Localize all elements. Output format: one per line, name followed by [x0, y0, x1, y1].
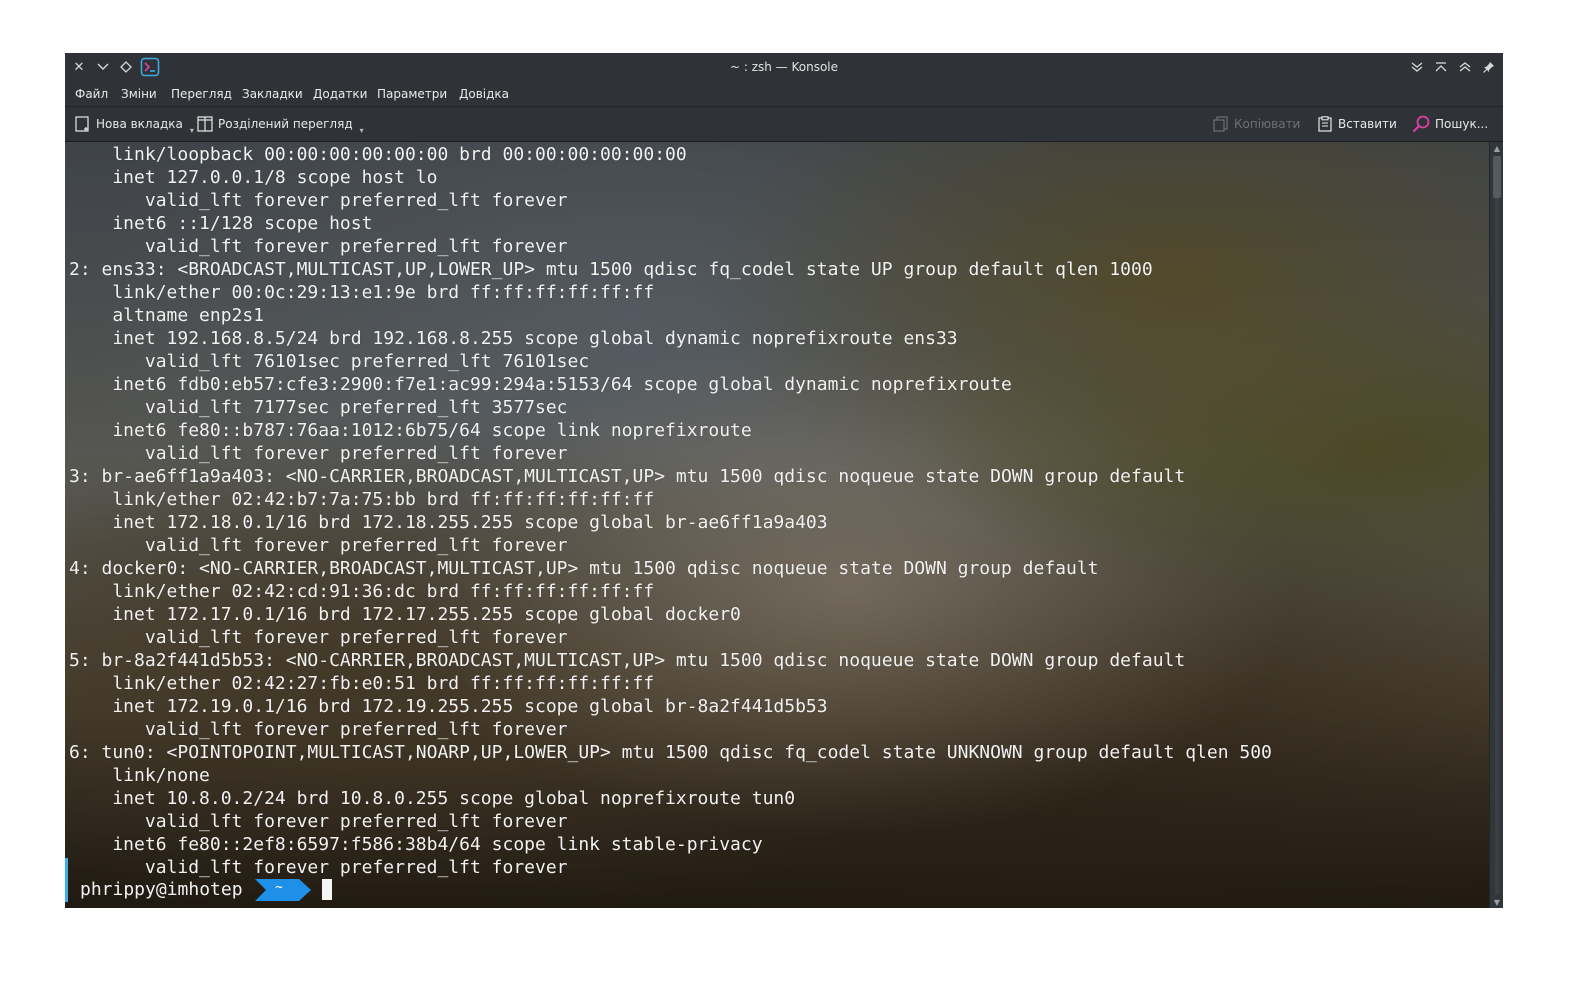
- copy-button[interactable]: Копіювати: [1213, 114, 1300, 134]
- scroll-down-arrow-icon[interactable]: ▼: [1490, 896, 1503, 908]
- terminal-line: link/loopback 00:00:00:00:00:00 brd 00:0…: [112, 144, 687, 165]
- terminal-line: 6: tun0: <POINTOPOINT,MULTICAST,NOARP,UP…: [69, 742, 1272, 763]
- prompt-user-host: phrippy@imhotep: [80, 879, 243, 900]
- terminal-view[interactable]: link/loopback 00:00:00:00:00:00 brd 00:0…: [65, 142, 1489, 908]
- terminal-line: 2: ens33: <BROADCAST,MULTICAST,UP,LOWER_…: [69, 259, 1153, 280]
- search-icon: [1412, 115, 1430, 133]
- paste-button[interactable]: Вставити: [1317, 114, 1397, 134]
- menu-bar: Файл Зміни Перегляд Закладки Додатки Пар…: [65, 81, 1503, 107]
- copy-label: Копіювати: [1234, 117, 1301, 131]
- find-button[interactable]: Пошук...: [1412, 114, 1488, 134]
- split-view-label: Розділений перегляд: [218, 117, 353, 131]
- new-tab-button[interactable]: Нова вкладка ▾: [75, 114, 194, 135]
- maximize-icon[interactable]: [1431, 57, 1451, 77]
- terminal-line: valid_lft forever preferred_lft forever: [144, 535, 568, 556]
- find-label: Пошук...: [1435, 117, 1489, 131]
- shade-double-chevron-icon[interactable]: [1407, 57, 1427, 77]
- terminal-line: link/ether 02:42:cd:91:36:dc brd ff:ff:f…: [112, 581, 655, 602]
- split-view-dropdown-icon[interactable]: ▾: [360, 126, 364, 135]
- terminal-line: inet6 fe80::2ef8:6597:f586:38b4/64 scope…: [112, 834, 763, 855]
- scroll-thumb[interactable]: [1493, 156, 1501, 198]
- new-tab-icon: [75, 116, 89, 132]
- terminal-output: link/loopback 00:00:00:00:00:00 brd 00:0…: [69, 143, 1272, 879]
- copy-icon: [1213, 116, 1228, 132]
- menu-file[interactable]: Файл: [75, 87, 108, 101]
- new-tab-label: Нова вкладка: [96, 117, 183, 131]
- terminal-line: link/ether 02:42:27:fb:e0:51 brd ff:ff:f…: [112, 673, 655, 694]
- terminal-line: link/none: [112, 765, 210, 786]
- menu-settings[interactable]: Параметри: [377, 87, 447, 101]
- terminal-scrollbar[interactable]: ▲ ▼: [1489, 142, 1503, 908]
- active-line-marker: [65, 858, 68, 902]
- prompt-line: phrippy@imhotep ~: [65, 858, 465, 902]
- menu-help[interactable]: Довідка: [459, 87, 509, 101]
- terminal-line: 4: docker0: <NO-CARRIER,BROADCAST,MULTIC…: [69, 558, 1099, 579]
- menu-bookmarks[interactable]: Закладки: [242, 87, 303, 101]
- terminal-line: inet 10.8.0.2/24 brd 10.8.0.255 scope gl…: [112, 788, 796, 809]
- terminal-line: link/ether 00:0c:29:13:e1:9e brd ff:ff:f…: [112, 282, 655, 303]
- scroll-up-arrow-icon[interactable]: ▲: [1490, 142, 1503, 154]
- terminal-line: inet 172.18.0.1/16 brd 172.18.255.255 sc…: [112, 512, 828, 533]
- terminal-line: valid_lft 7177sec preferred_lft 3577sec: [144, 397, 568, 418]
- terminal-line: valid_lft forever preferred_lft forever: [144, 811, 568, 832]
- terminal-line: valid_lft forever preferred_lft forever: [144, 443, 568, 464]
- terminal-line: inet 172.17.0.1/16 brd 172.17.255.255 sc…: [112, 604, 741, 625]
- restore-up-chevron-icon[interactable]: [1455, 57, 1475, 77]
- terminal-line: valid_lft 76101sec preferred_lft 76101se…: [144, 351, 590, 372]
- paste-icon: [1318, 116, 1332, 132]
- terminal-line: valid_lft forever preferred_lft forever: [144, 236, 568, 257]
- title-bar[interactable]: ✕ ~ : zsh — Konsole: [65, 53, 1503, 81]
- main-toolbar: Нова вкладка ▾ Розділений перегляд ▾ Коп…: [65, 107, 1503, 142]
- terminal-line: inet 127.0.0.1/8 scope host lo: [112, 167, 438, 188]
- terminal-line: link/ether 02:42:b7:7a:75:bb brd ff:ff:f…: [112, 489, 655, 510]
- prompt-directory-segment: ~: [255, 879, 311, 901]
- terminal-line: inet 192.168.8.5/24 brd 192.168.8.255 sc…: [112, 328, 958, 349]
- terminal-line: valid_lft forever preferred_lft forever: [144, 857, 568, 878]
- terminal-line: 5: br-8a2f441d5b53: <NO-CARRIER,BROADCAS…: [69, 650, 1186, 671]
- terminal-line: valid_lft forever preferred_lft forever: [144, 627, 568, 648]
- new-tab-dropdown-icon[interactable]: ▾: [190, 126, 194, 135]
- konsole-window: ✕ ~ : zsh — Konsole Файл Зміни Перегляд …: [65, 53, 1503, 908]
- split-view-icon: [197, 116, 213, 132]
- terminal-line: inet6 fdb0:eb57:cfe3:2900:f7e1:ac99:294a…: [112, 374, 1012, 395]
- terminal-line: valid_lft forever preferred_lft forever: [144, 719, 568, 740]
- menu-plugins[interactable]: Додатки: [313, 87, 367, 101]
- terminal-line: altname enp2s1: [112, 305, 265, 326]
- split-view-button[interactable]: Розділений перегляд ▾: [197, 114, 364, 135]
- pin-icon[interactable]: [1479, 57, 1499, 77]
- prompt-dir-text: ~: [275, 880, 283, 895]
- menu-edit[interactable]: Зміни: [121, 87, 157, 101]
- window-title: ~ : zsh — Konsole: [729, 60, 839, 74]
- terminal-line: inet 172.19.0.1/16 brd 172.19.255.255 sc…: [112, 696, 828, 717]
- terminal-line: 3: br-ae6ff1a9a403: <NO-CARRIER,BROADCAS…: [69, 466, 1186, 487]
- menu-view[interactable]: Перегляд: [171, 87, 232, 101]
- terminal-line: valid_lft forever preferred_lft forever: [144, 190, 568, 211]
- paste-label: Вставити: [1338, 117, 1397, 131]
- terminal-line: inet6 ::1/128 scope host: [112, 213, 373, 234]
- terminal-line: inet6 fe80::b787:76aa:1012:6b75/64 scope…: [112, 420, 752, 441]
- text-cursor: [322, 879, 332, 900]
- scroll-track[interactable]: [1495, 156, 1499, 894]
